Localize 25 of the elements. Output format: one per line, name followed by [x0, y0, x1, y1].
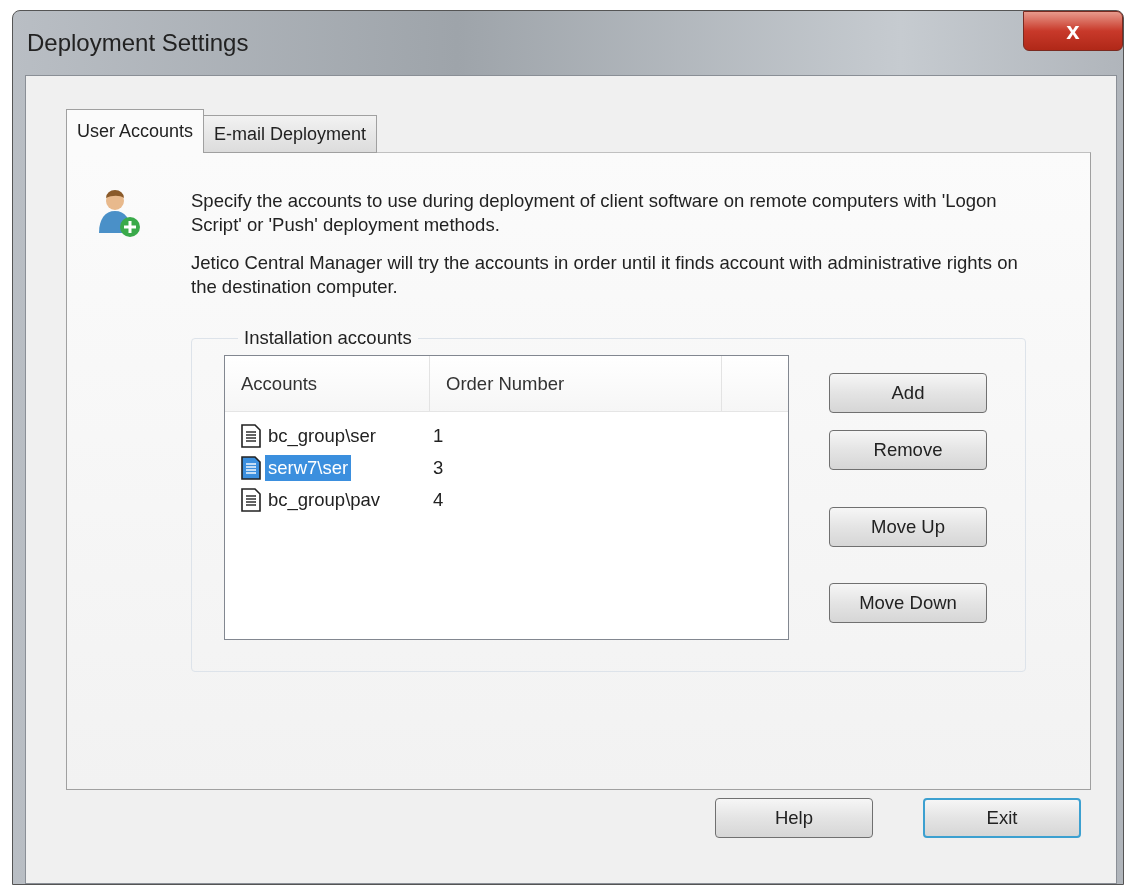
account-name[interactable]: bc_group\ser — [265, 423, 379, 449]
column-header[interactable]: Accounts — [225, 356, 430, 411]
account-name[interactable]: bc_group\pav — [265, 487, 384, 513]
description-text: Jetico Central Manager will try the accounts in order until it finds account with administrative rights on the destination computer. — [191, 251, 1019, 299]
window-title: Deployment Settings — [27, 29, 249, 57]
accounts-list[interactable]: Accounts Order Number bc_group\ser 1 serw7\ser 3 bc_group\pav 4 — [224, 355, 789, 640]
document-icon — [239, 487, 263, 513]
column-header[interactable]: Order Number — [430, 356, 722, 411]
tab[interactable]: E-mail Deployment — [203, 115, 378, 153]
action-button[interactable]: Move Up — [829, 507, 987, 547]
order-number: 4 — [433, 489, 444, 511]
tab[interactable]: User Accounts — [66, 109, 205, 153]
group-title: Installation accounts — [243, 327, 413, 349]
dialog-button[interactable]: Help — [715, 798, 873, 838]
user-add-icon — [97, 189, 141, 239]
document-icon — [239, 455, 263, 481]
order-number: 1 — [433, 425, 444, 447]
document-icon — [239, 423, 263, 449]
close-button[interactable]: x — [1023, 11, 1123, 51]
action-button[interactable]: Move Down — [829, 583, 987, 623]
action-button[interactable]: Add — [829, 373, 987, 413]
order-number: 3 — [433, 457, 444, 479]
action-button[interactable]: Remove — [829, 430, 987, 470]
description-text: Specify the accounts to use during deployment of client software on remote computers with 'Logon Script' or 'Push' deployment methods. — [191, 189, 998, 237]
dialog-button[interactable]: Exit — [923, 798, 1081, 838]
